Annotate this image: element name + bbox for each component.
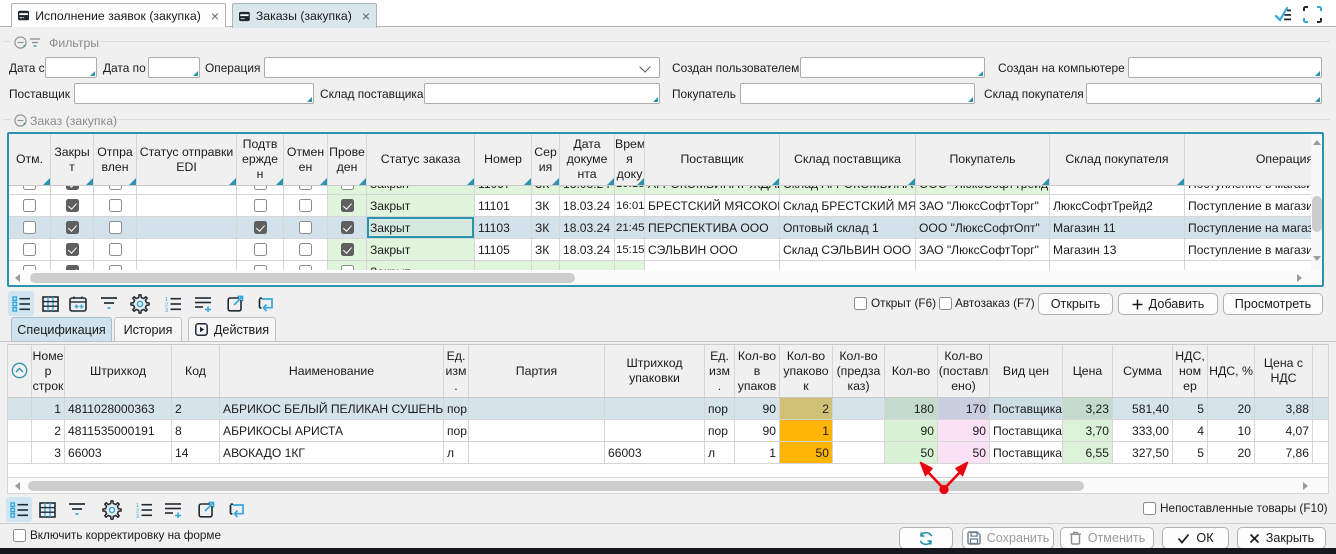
svg-text:3: 3 xyxy=(136,513,139,517)
svg-text:3: 3 xyxy=(165,307,168,311)
